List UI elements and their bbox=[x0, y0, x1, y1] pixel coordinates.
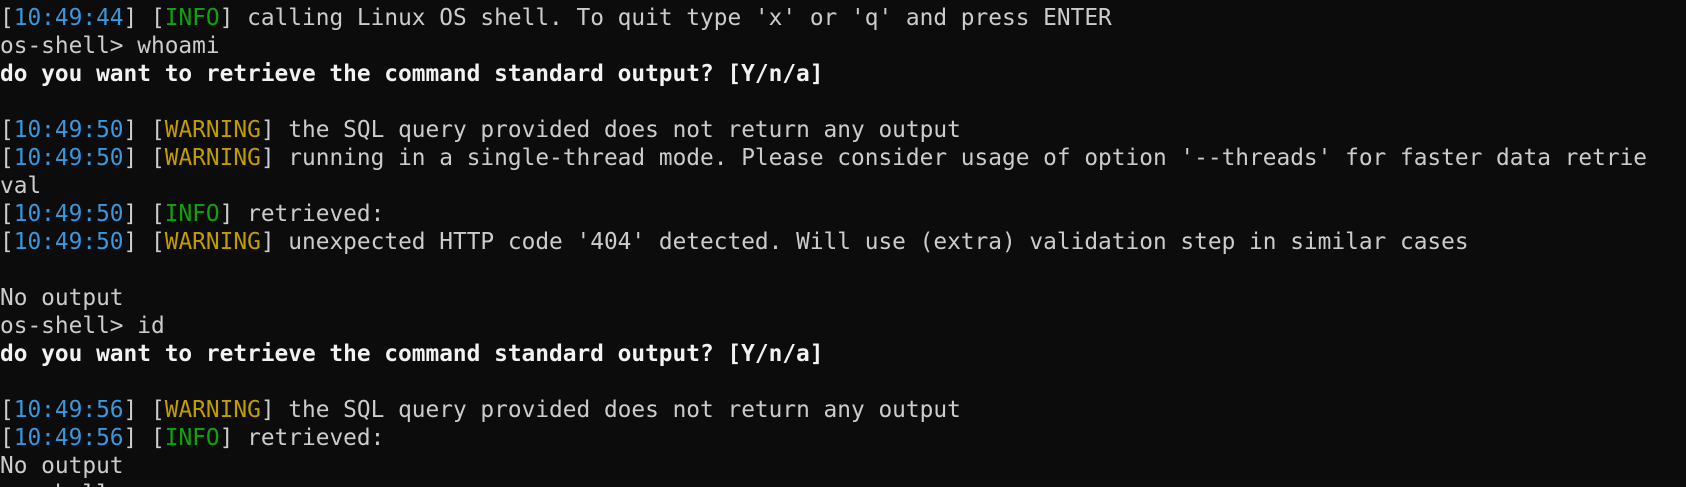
question-text: do you want to retrieve the command stan… bbox=[0, 341, 824, 367]
log-message: running in a single-thread mode. Please … bbox=[274, 145, 1648, 171]
log-level-tag: WARNING bbox=[164, 229, 261, 255]
output-line: os-shell> bbox=[0, 480, 1686, 487]
shell-command: whoami bbox=[137, 33, 220, 59]
output-line: No output bbox=[0, 452, 1686, 480]
log-line: [10:49:50] [INFO] retrieved: bbox=[0, 201, 385, 227]
log-message: retrieved: bbox=[233, 425, 385, 451]
log-message: unexpected HTTP code '404' detected. Wil… bbox=[274, 229, 1469, 255]
timestamp: 10:49:44 bbox=[13, 5, 124, 31]
timestamp: 10:49:50 bbox=[13, 201, 124, 227]
shell-prompt: os-shell> bbox=[0, 33, 138, 59]
log-message: the SQL query provided does not return a… bbox=[274, 117, 961, 143]
timestamp: 10:49:50 bbox=[13, 145, 124, 171]
question-line: do you want to retrieve the command stan… bbox=[0, 340, 1686, 368]
prompt-line: os-shell> id bbox=[0, 312, 1686, 340]
log-level-tag: WARNING bbox=[164, 145, 261, 171]
log-level-tag: INFO bbox=[164, 425, 220, 451]
shell-command: id bbox=[137, 313, 165, 339]
log-line: [10:49:50] [WARNING] unexpected HTTP cod… bbox=[0, 229, 1469, 255]
output-text: os-shell> bbox=[0, 481, 137, 487]
timestamp: 10:49:50 bbox=[13, 117, 124, 143]
output-line: No output bbox=[0, 284, 1686, 312]
log-message: calling Linux OS shell. To quit type 'x'… bbox=[233, 5, 1112, 31]
question-text: do you want to retrieve the command stan… bbox=[0, 61, 824, 87]
output-text: val bbox=[0, 173, 42, 199]
log-level-tag: INFO bbox=[164, 201, 220, 227]
question-line: do you want to retrieve the command stan… bbox=[0, 60, 1686, 88]
timestamp: 10:49:56 bbox=[13, 425, 124, 451]
terminal-window[interactable]: [10:49:44] [INFO] calling Linux OS shell… bbox=[0, 0, 1686, 487]
timestamp: 10:49:50 bbox=[13, 229, 124, 255]
log-line: [10:49:56] [WARNING] the SQL query provi… bbox=[0, 397, 961, 423]
log-line: [10:49:50] [WARNING] running in a single… bbox=[0, 145, 1648, 171]
terminal-output: [10:49:44] [INFO] calling Linux OS shell… bbox=[0, 4, 1686, 487]
log-line: [10:49:44] [INFO] calling Linux OS shell… bbox=[0, 5, 1112, 31]
log-message: retrieved: bbox=[233, 201, 385, 227]
output-line: val bbox=[0, 172, 1686, 200]
log-message: the SQL query provided does not return a… bbox=[274, 397, 961, 423]
timestamp: 10:49:56 bbox=[13, 397, 124, 423]
prompt-line: os-shell> whoami bbox=[0, 32, 1686, 60]
log-line: [10:49:50] [WARNING] the SQL query provi… bbox=[0, 117, 961, 143]
shell-prompt: os-shell> bbox=[0, 313, 138, 339]
log-level-tag: WARNING bbox=[164, 397, 261, 423]
log-line: [10:49:56] [INFO] retrieved: bbox=[0, 425, 385, 451]
log-level-tag: INFO bbox=[164, 5, 220, 31]
output-text: No output bbox=[0, 285, 124, 311]
log-level-tag: WARNING bbox=[164, 117, 261, 143]
output-text: No output bbox=[0, 453, 124, 479]
